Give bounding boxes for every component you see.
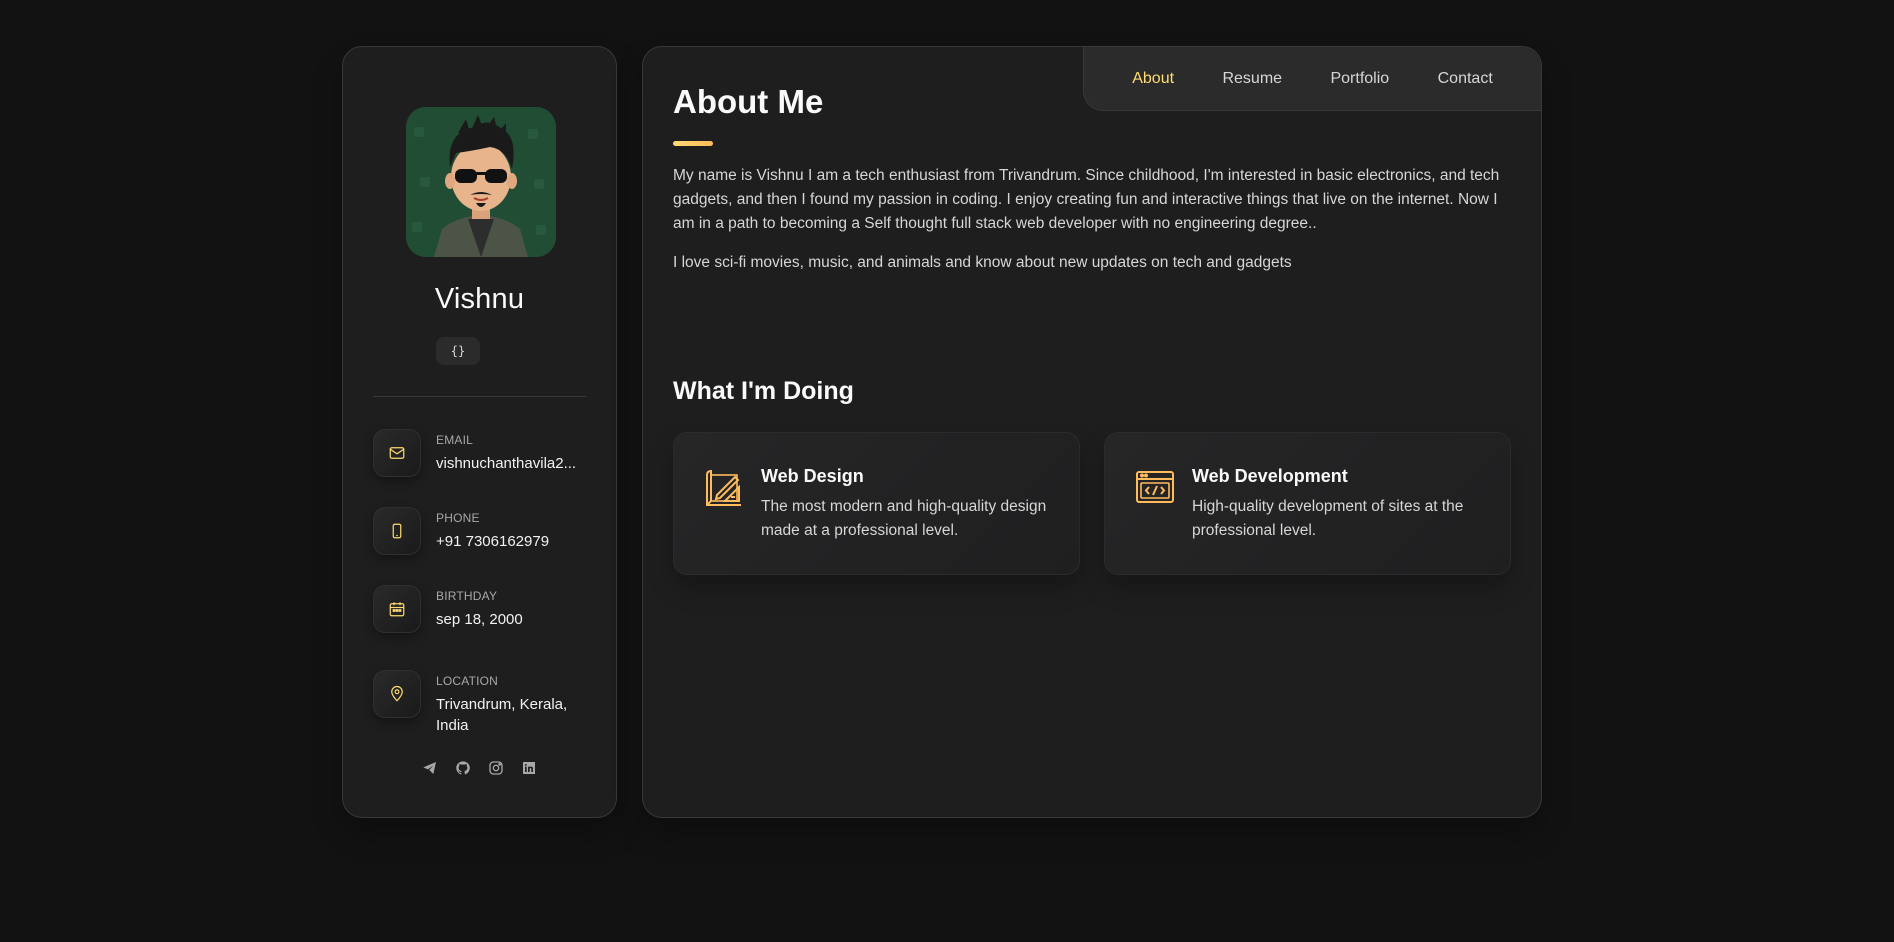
nav-resume[interactable]: Resume [1216, 70, 1288, 88]
section-title: What I'm Doing [673, 377, 854, 405]
phone-link[interactable]: +91 7306162979 [436, 531, 586, 552]
contact-title: PHONE [436, 511, 480, 525]
contact-title: BIRTHDAY [436, 589, 498, 603]
about-paragraph: My name is Vishnu I am a tech enthusiast… [673, 167, 1500, 232]
sidebar: Vishnu {} EMAIL vishnuchanthavila2... PH… [342, 46, 617, 818]
about-paragraph: I love sci-fi movies, music, and animals… [673, 254, 1292, 271]
about-text: My name is Vishnu I am a tech enthusiast… [673, 164, 1515, 290]
location-pin-icon [373, 670, 421, 718]
contact-title: EMAIL [436, 433, 474, 447]
separator [373, 396, 586, 397]
location-value: Trivandrum, Kerala, India [436, 696, 568, 734]
calendar-icon [373, 585, 421, 633]
main-content: About Resume Portfolio Contact About Me … [642, 46, 1542, 818]
contact-title: LOCATION [436, 674, 499, 688]
mail-icon [373, 429, 421, 477]
linkedin-icon[interactable] [521, 759, 538, 776]
navbar: About Resume Portfolio Contact [1083, 47, 1541, 111]
avatar [406, 107, 556, 257]
title-underline [673, 141, 713, 146]
nav-contact[interactable]: Contact [1432, 70, 1499, 88]
social-links [343, 759, 616, 776]
service-text: The most modern and high-quality design … [761, 498, 1047, 539]
service-card-web-development: Web Development High-quality development… [1104, 432, 1511, 575]
memoji-avatar-icon [406, 107, 556, 257]
phone-icon [373, 507, 421, 555]
service-title: Web Development [1192, 466, 1348, 486]
email-link[interactable]: vishnuchanthavila2... [436, 453, 586, 474]
service-card-web-design: Web Design The most modern and high-qual… [673, 432, 1080, 575]
profile-name: Vishnu [434, 283, 525, 315]
page-title: About Me [673, 83, 824, 120]
telegram-icon[interactable] [422, 759, 439, 776]
service-text: High-quality development of sites at the… [1192, 498, 1464, 539]
github-icon[interactable] [455, 759, 472, 776]
code-window-icon [1134, 467, 1176, 509]
design-icon [703, 467, 745, 509]
nav-about[interactable]: About [1126, 70, 1180, 88]
birthday-value: sep 18, 2000 [436, 611, 523, 628]
instagram-icon[interactable] [488, 759, 505, 776]
service-title: Web Design [761, 466, 864, 486]
nav-portfolio[interactable]: Portfolio [1324, 70, 1395, 88]
title-badge: {} [436, 337, 480, 365]
